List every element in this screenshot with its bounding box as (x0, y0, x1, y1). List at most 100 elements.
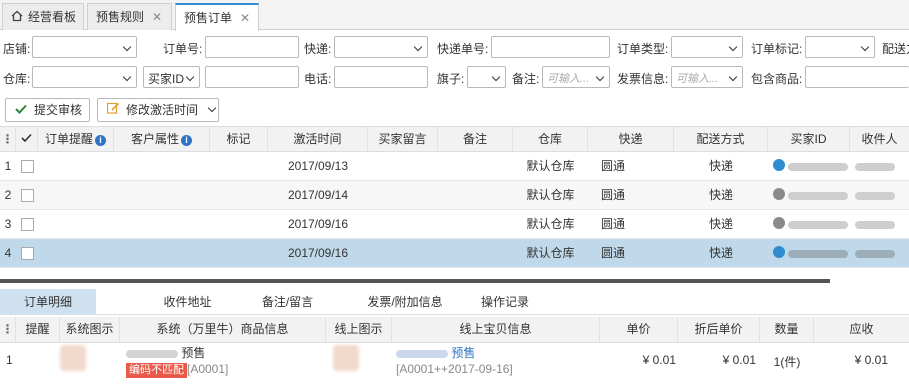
buyer-id-cell (773, 210, 850, 239)
redacted-text (396, 349, 448, 358)
activation-time-cell: 2017/09/16 (287, 217, 349, 231)
row-checkbox[interactable] (21, 160, 34, 173)
discount-price-cell: ¥ 0.01 (722, 353, 756, 367)
column-reminder[interactable]: 提醒 (16, 317, 60, 342)
system-product-image (60, 345, 86, 371)
tracking-no-input[interactable] (491, 36, 610, 58)
column-warehouse[interactable]: 仓库 (513, 127, 588, 152)
online-presale-tag[interactable]: 预售 (451, 346, 475, 360)
column-order-reminder-label: 订单提醒 (44, 132, 93, 146)
tab-operation-log[interactable]: 操作记录 (460, 289, 550, 315)
remark-placeholder: 可输入... (547, 73, 590, 85)
column-system-image[interactable]: 系统图示 (60, 317, 120, 342)
column-buyer-message[interactable]: 买家留言 (368, 127, 438, 152)
modify-activation-time-button[interactable]: 修改激活时间 (97, 98, 219, 122)
tab-presale-rules[interactable]: 预售规则 ✕ (87, 3, 172, 30)
check-icon (14, 99, 28, 121)
redacted-text (126, 349, 178, 358)
submit-review-label: 提交审核 (34, 103, 83, 117)
buyer-id-cell (773, 181, 850, 210)
remark-label: 备注: (512, 72, 540, 86)
invoice-select[interactable]: 可输入... (671, 66, 743, 88)
column-buyer-id[interactable]: 买家ID (768, 127, 850, 152)
delivery-cell: 快递 (708, 246, 733, 260)
column-menu-handle[interactable]: ⋮ (0, 317, 16, 342)
close-icon[interactable]: ✕ (240, 11, 250, 25)
invoice-placeholder: 可输入... (676, 73, 719, 85)
close-icon[interactable]: ✕ (152, 10, 162, 24)
column-online-item-info[interactable]: 线上宝贝信息 (392, 317, 600, 342)
remark-select[interactable]: 可输入... (542, 66, 610, 88)
tab-order-details[interactable]: 订单明细 (0, 289, 96, 315)
warehouse-cell: 默认仓库 (526, 188, 575, 202)
tab-dashboard[interactable]: 经营看板 (2, 3, 84, 30)
tab-shipping-address[interactable]: 收件地址 (140, 289, 235, 315)
detail-row[interactable]: 1 预售 编码不匹配 [A0001] 预售 [A0001++2017-09-16]… (0, 343, 909, 381)
tab-presale-orders[interactable]: 预售订单 ✕ (175, 3, 259, 31)
column-receivable[interactable]: 应收 (814, 317, 909, 342)
row-checkbox[interactable] (21, 218, 34, 231)
online-item-info: 预售 [A0001++2017-09-16] (396, 345, 600, 377)
contains-goods-input[interactable] (805, 66, 909, 88)
order-type-select[interactable] (671, 36, 743, 58)
buyer-id-input[interactable] (205, 66, 299, 88)
horizontal-scrollbar[interactable] (0, 279, 830, 283)
buyer-id-type-select[interactable]: 买家ID (143, 66, 200, 88)
column-express[interactable]: 快递 (588, 127, 674, 152)
column-order-reminder[interactable]: 订单提醒 i (38, 127, 114, 152)
column-remark[interactable]: 备注 (438, 127, 513, 152)
tab-label: 预售规则 (96, 10, 145, 24)
table-row[interactable]: 1 2017/09/13 默认仓库 圆通 快递 (0, 152, 909, 181)
unit-price-cell: ¥ 0.01 (642, 353, 676, 367)
filter-row-1: 店铺: 订单号: 快递: 快递单号: 订单类型: 订单标记: 配送方 (0, 36, 909, 60)
row-number: 1 (4, 159, 12, 173)
column-unit-price[interactable]: 单价 (600, 317, 678, 342)
row-checkbox[interactable] (21, 189, 34, 202)
order-no-input[interactable] (205, 36, 299, 58)
express-select[interactable] (334, 36, 428, 58)
order-type-label: 订单类型: (617, 42, 669, 56)
tab-invoice-extra[interactable]: 发票/附加信息 (350, 289, 460, 315)
column-quantity[interactable]: 数量 (760, 317, 814, 342)
column-online-image[interactable]: 线上图示 (326, 317, 392, 342)
column-delivery-method[interactable]: 配送方式 (674, 127, 768, 152)
shop-select[interactable] (32, 36, 137, 58)
row-checkbox[interactable] (21, 247, 34, 260)
column-customer-attr[interactable]: 客户属性 i (114, 127, 210, 152)
detail-tabs: 订单明细 收件地址 备注/留言 发票/附加信息 操作记录 (0, 289, 909, 315)
activation-time-cell: 2017/09/13 (287, 159, 349, 173)
buyer-id-type-value: 买家ID (148, 72, 185, 86)
flag-select[interactable] (467, 66, 506, 88)
table-row[interactable]: 2 2017/09/14 默认仓库 圆通 快递 (0, 181, 909, 210)
select-all-check[interactable] (16, 127, 38, 152)
buyer-avatar-icon (773, 188, 785, 200)
express-cell: 圆通 (600, 188, 625, 202)
column-discount-price[interactable]: 折后单价 (678, 317, 760, 342)
buyer-id-cell (773, 152, 850, 181)
tab-remarks-messages[interactable]: 备注/留言 (240, 289, 335, 315)
activation-time-cell: 2017/09/16 (287, 246, 349, 260)
column-menu-handle[interactable]: ⋮ (0, 127, 16, 152)
column-system-goods-info[interactable]: 系统（万里牛）商品信息 (120, 317, 326, 342)
warehouse-cell: 默认仓库 (526, 217, 575, 231)
column-customer-attr-label: 客户属性 (130, 132, 179, 146)
column-mark[interactable]: 标记 (210, 127, 268, 152)
buyer-avatar-icon (773, 159, 785, 171)
table-row[interactable]: 3 2017/09/16 默认仓库 圆通 快递 (0, 210, 909, 239)
phone-input[interactable] (334, 66, 428, 88)
warehouse-select[interactable] (32, 66, 137, 88)
redacted-text (855, 249, 895, 258)
express-cell: 圆通 (600, 159, 625, 173)
edit-icon (106, 99, 120, 121)
redacted-text (788, 220, 848, 229)
table-row[interactable]: 4 2017/09/16 默认仓库 圆通 快递 (0, 239, 909, 268)
invoice-label: 发票信息: (617, 72, 669, 86)
submit-review-button[interactable]: 提交审核 (5, 98, 90, 122)
column-recipient[interactable]: 收件人 (850, 127, 909, 152)
recipient-cell (855, 181, 909, 210)
column-activation-time[interactable]: 激活时间 (268, 127, 368, 152)
quantity-cell: 1(件) (773, 355, 801, 369)
phone-label: 电话: (304, 72, 332, 86)
delivery-cell: 快递 (708, 159, 733, 173)
order-flag-select[interactable] (805, 36, 875, 58)
